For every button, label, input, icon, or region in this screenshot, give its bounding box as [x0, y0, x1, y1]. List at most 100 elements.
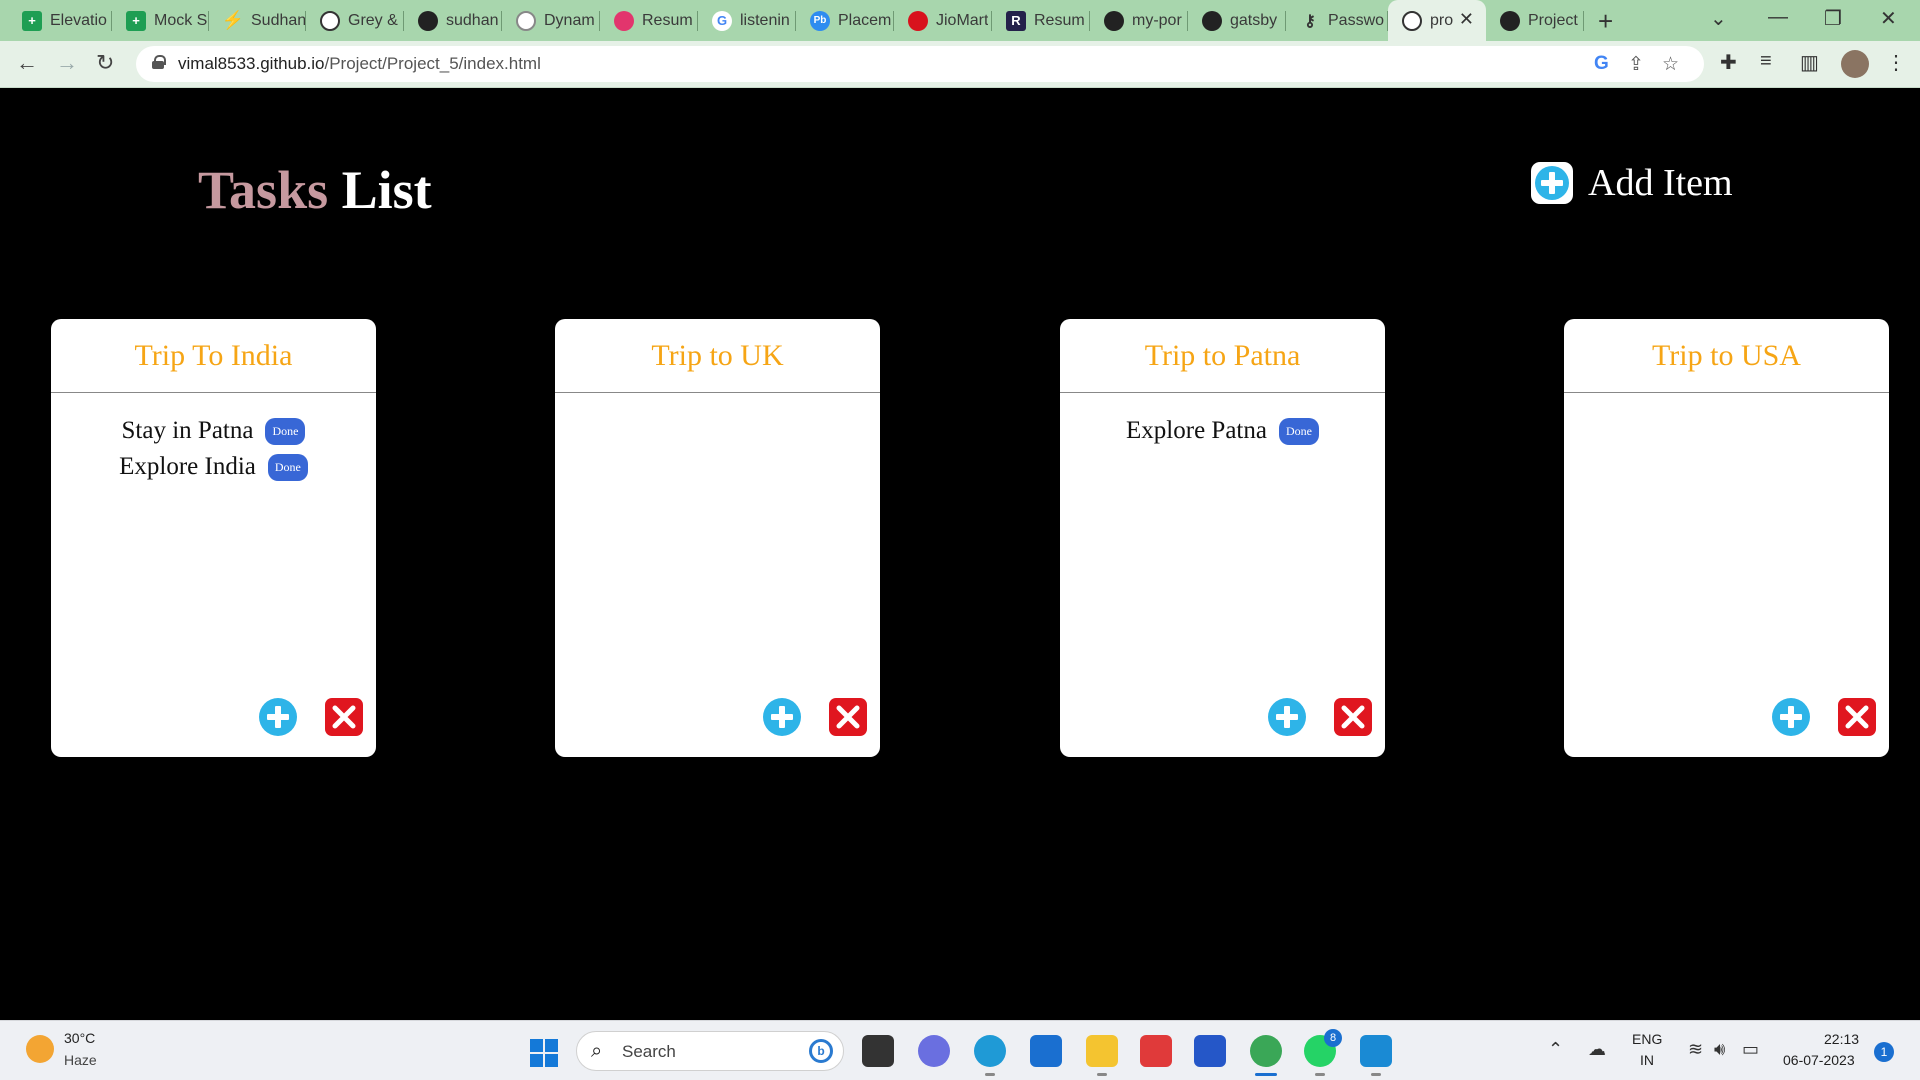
share-icon[interactable]: ⇪: [1628, 53, 1644, 76]
browser-tab[interactable]: Glistenin: [698, 0, 796, 41]
browser-tab[interactable]: JioMart: [894, 0, 992, 41]
delete-card-icon[interactable]: [1333, 697, 1373, 737]
vscode-icon[interactable]: [1360, 1035, 1392, 1076]
browser-tab[interactable]: Project: [1486, 0, 1584, 41]
bookmark-star-icon[interactable]: ☆: [1662, 53, 1679, 76]
tab-label: Passwo: [1328, 11, 1385, 29]
restore-icon[interactable]: ❐: [1824, 6, 1842, 31]
done-button[interactable]: Done: [1278, 417, 1319, 445]
forward-icon[interactable]: →: [56, 50, 78, 76]
reload-icon[interactable]: ↻: [96, 50, 114, 76]
taskbar-search[interactable]: ⌕ Search b: [576, 1031, 844, 1071]
browser-tab[interactable]: gatsby: [1188, 0, 1286, 41]
whatsapp-icon[interactable]: 8: [1304, 1029, 1342, 1076]
google-lens-icon[interactable]: G: [1594, 53, 1609, 75]
card-title: Trip To India: [51, 319, 376, 393]
add-item-button[interactable]: Add Item: [1530, 161, 1733, 205]
lock-icon[interactable]: [152, 55, 166, 69]
done-button[interactable]: Done: [265, 417, 306, 445]
extensions-icon[interactable]: ✚: [1720, 50, 1737, 75]
language-indicator[interactable]: ENG: [1632, 1031, 1662, 1047]
mail-icon[interactable]: [1030, 1035, 1062, 1067]
microsoft-store-icon[interactable]: [1194, 1035, 1226, 1067]
delete-card-icon[interactable]: [324, 697, 364, 737]
weather-temperature[interactable]: 30°C: [64, 1030, 95, 1046]
media-control-icon[interactable]: ≡: [1760, 50, 1772, 73]
clock-date[interactable]: 06-07-2023: [1783, 1052, 1855, 1068]
volume-icon[interactable]: 🔊︎: [1714, 1039, 1725, 1060]
google-icon: G: [712, 10, 732, 31]
minimize-icon[interactable]: —: [1768, 6, 1788, 29]
profile-avatar[interactable]: [1841, 50, 1869, 78]
file-explorer-icon[interactable]: [1086, 1035, 1118, 1076]
browser-tab-active[interactable]: pro ✕: [1388, 0, 1486, 41]
task-card: Trip to USA: [1564, 319, 1889, 757]
done-button[interactable]: Done: [267, 453, 308, 481]
notification-badge[interactable]: 1: [1874, 1042, 1894, 1062]
side-panel-icon[interactable]: ▥: [1800, 50, 1819, 75]
task-card: Trip To India Stay in Patna Done Explore…: [51, 319, 376, 757]
task-list: Stay in Patna Done Explore India Done: [51, 393, 376, 485]
tab-label: Dynam: [544, 11, 595, 29]
show-hidden-icons-chevron-icon[interactable]: ⌃: [1548, 1039, 1563, 1060]
task-item: Stay in Patna Done: [51, 413, 376, 449]
delete-card-icon[interactable]: [1837, 697, 1877, 737]
jiomart-icon: [908, 10, 928, 31]
browser-tab[interactable]: + Mock S: [112, 0, 209, 41]
menu-kebab-icon[interactable]: ⋮: [1886, 50, 1906, 75]
card-title: Trip to Patna: [1060, 319, 1385, 393]
browser-tab[interactable]: R Resum: [992, 0, 1090, 41]
globe-icon: [320, 10, 340, 31]
tab-label: JioMart: [936, 11, 989, 29]
weather-haze-icon[interactable]: [26, 1035, 54, 1063]
add-task-icon[interactable]: [762, 697, 802, 737]
address-bar[interactable]: vimal8533.github.io/Project/Project_5/in…: [136, 46, 1704, 82]
chrome-icon[interactable]: [1250, 1035, 1282, 1076]
tab-search-chevron-icon[interactable]: ⌄: [1710, 6, 1727, 31]
windows-start-icon[interactable]: [530, 1039, 558, 1067]
edge-icon[interactable]: [974, 1035, 1006, 1076]
task-text: Explore India: [119, 453, 256, 480]
browser-tab[interactable]: Dynam: [502, 0, 600, 41]
browser-tab[interactable]: + Elevatio: [8, 0, 112, 41]
anydesk-icon[interactable]: [1140, 1035, 1172, 1067]
windows-taskbar: 30°C Haze ⌕ Search b 8 ⌃ ☁ ENG IN ≋ 🔊︎ ▭…: [0, 1020, 1920, 1080]
add-task-icon[interactable]: [1771, 697, 1811, 737]
clock-time[interactable]: 22:13: [1824, 1031, 1859, 1047]
close-tab-icon[interactable]: ✕: [1459, 9, 1474, 30]
dynamic-icon: [516, 10, 536, 31]
browser-tab[interactable]: Resum: [600, 0, 698, 41]
add-task-icon[interactable]: [258, 697, 298, 737]
delete-card-icon[interactable]: [828, 697, 868, 737]
close-window-icon[interactable]: ✕: [1880, 6, 1897, 31]
weather-condition[interactable]: Haze: [64, 1052, 97, 1068]
new-tab-icon[interactable]: +: [1598, 6, 1613, 37]
bing-icon[interactable]: b: [809, 1039, 833, 1063]
search-placeholder: Search: [622, 1042, 676, 1061]
whatsapp-badge: 8: [1324, 1029, 1342, 1047]
browser-tab[interactable]: Grey &: [306, 0, 404, 41]
github-icon: [418, 10, 438, 31]
browser-tab[interactable]: my-por: [1090, 0, 1188, 41]
wifi-icon[interactable]: ≋: [1688, 1039, 1703, 1060]
globe-icon: [1402, 10, 1422, 31]
add-task-icon[interactable]: [1267, 697, 1307, 737]
add-item-label: Add Item: [1588, 162, 1733, 204]
tab-label: Project: [1528, 11, 1578, 29]
chat-icon[interactable]: [918, 1035, 950, 1067]
onedrive-offline-icon[interactable]: ☁: [1588, 1039, 1606, 1060]
back-icon[interactable]: ←: [16, 50, 38, 76]
browser-tab[interactable]: Pb Placem: [796, 0, 894, 41]
browser-tab[interactable]: ⚷ Passwo: [1286, 0, 1388, 41]
title-part-tasks: Tasks: [198, 160, 329, 220]
browser-tab[interactable]: sudhan: [404, 0, 502, 41]
task-item: Explore India Done: [51, 449, 376, 485]
task-view-icon[interactable]: [862, 1035, 894, 1067]
task-list: Explore Patna Done: [1060, 393, 1385, 449]
task-list: [1564, 393, 1889, 413]
browser-tab[interactable]: ⚡ Sudhan: [209, 0, 306, 41]
battery-icon[interactable]: ▭: [1742, 1039, 1759, 1060]
browser-tab-bar: + Elevatio + Mock S ⚡ Sudhan Grey & sudhan …: [0, 0, 1920, 41]
language-region[interactable]: IN: [1640, 1052, 1654, 1068]
resume-icon: [614, 10, 634, 31]
